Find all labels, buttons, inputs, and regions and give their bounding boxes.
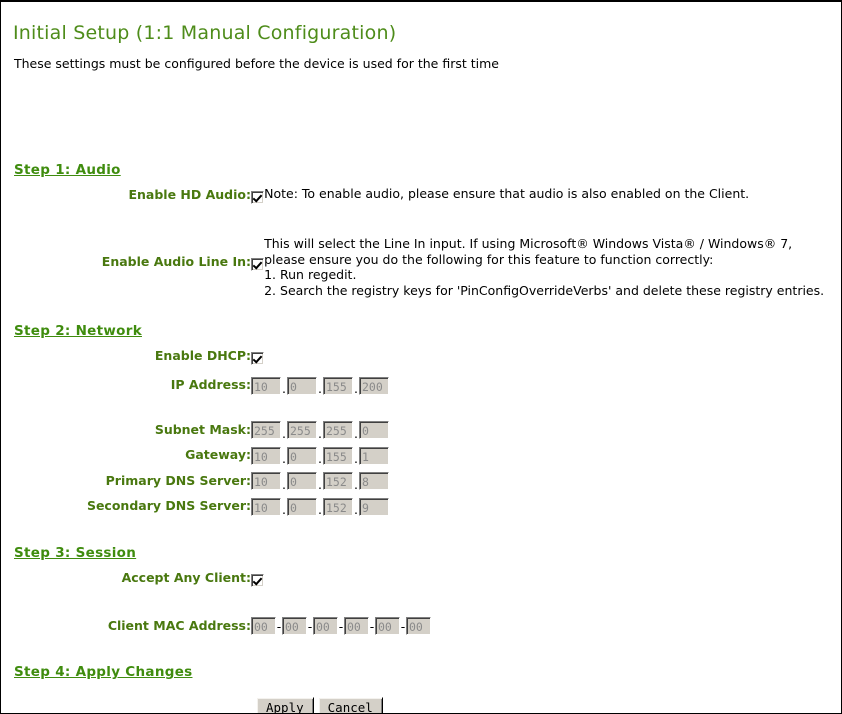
client-mac-octet-1[interactable]: 00 <box>251 617 276 635</box>
secondary-dns-octet-1[interactable]: 10 <box>251 497 281 516</box>
session-form: Accept Any Client: Client MAC Address: 0… <box>13 561 829 635</box>
secondary-dns-octet-4[interactable]: 9 <box>359 497 389 516</box>
secondary-dns-label: Secondary DNS Server: <box>86 498 251 513</box>
subnet-mask-octet-4[interactable]: 0 <box>359 421 389 439</box>
primary-dns-octet-1[interactable]: 10 <box>251 472 281 490</box>
gateway-octet-3[interactable]: 155 <box>323 446 353 465</box>
field-row-secondary-dns: Secondary DNS Server: 10. 0. 152. 9 <box>13 490 829 517</box>
audio-form: Enable HD Audio: Note: To enable audio, … <box>13 178 829 298</box>
subnet-mask-separator-3: . <box>354 425 358 441</box>
field-row-enable-hd-audio: Enable HD Audio: Note: To enable audio, … <box>13 178 829 206</box>
gateway-separator-1: . <box>282 451 286 466</box>
field-row-subnet-mask: Subnet Mask: 255. 255. 255. 0 <box>13 395 829 441</box>
primary-dns-separator-2: . <box>318 476 322 492</box>
subnet-mask-octet-1[interactable]: 255 <box>251 421 281 439</box>
field-row-enable-audio-line-in: Enable Audio Line In: This will select t… <box>13 206 829 298</box>
secondary-dns-separator-2: . <box>318 502 322 517</box>
enable-hd-audio-label: Enable HD Audio: <box>128 187 251 202</box>
gateway-label: Gateway: <box>185 447 251 462</box>
ip-address-separator-2: . <box>318 381 322 396</box>
initial-setup-page: Initial Setup (1:1 Manual Configuration)… <box>0 0 842 714</box>
client-mac-octet-3[interactable]: 00 <box>313 617 338 635</box>
step-3-heading: Step 3: Session <box>14 544 137 561</box>
enable-audio-line-in-checkbox[interactable] <box>251 258 264 271</box>
page-title: Initial Setup (1:1 Manual Configuration) <box>13 22 397 44</box>
line-in-note-line-2: please ensure you do the following for t… <box>264 251 714 267</box>
secondary-dns-octet-2[interactable]: 0 <box>287 497 317 516</box>
gateway-octet-1[interactable]: 10 <box>251 446 281 465</box>
field-row-gateway: Gateway: 10. 0. 155. 1 <box>13 439 829 466</box>
gateway-separator-2: . <box>318 451 322 466</box>
line-in-note-line-3: 1. Run regedit. <box>264 267 357 282</box>
client-mac-octet-4[interactable]: 00 <box>344 617 369 635</box>
cancel-button[interactable]: Cancel <box>317 697 383 713</box>
primary-dns-octet-2[interactable]: 0 <box>287 472 317 490</box>
enable-dhcp-label: Enable DHCP: <box>154 348 251 363</box>
button-row: Apply Cancel <box>13 697 829 713</box>
ip-address-octet-3[interactable]: 155 <box>323 376 353 395</box>
subnet-mask-separator-1: . <box>282 425 286 441</box>
ip-address-octet-2[interactable]: 0 <box>287 376 317 395</box>
enable-hd-audio-note: Note: To enable audio, please ensure tha… <box>264 186 750 201</box>
gateway-separator-3: . <box>354 451 358 466</box>
subnet-mask-octet-2[interactable]: 255 <box>287 421 317 439</box>
field-row-client-mac-address: Client MAC Address: 00-00-00-00-00-00 <box>13 589 829 635</box>
subnet-mask-octet-3[interactable]: 255 <box>323 421 353 439</box>
step-1-heading: Step 1: Audio <box>14 162 121 178</box>
accept-any-client-checkbox[interactable] <box>251 573 264 587</box>
ip-address-label: IP Address: <box>170 377 251 392</box>
ip-address-octet-4[interactable]: 200 <box>359 376 389 395</box>
step-4-heading: Step 4: Apply Changes <box>14 664 193 680</box>
accept-any-client-label: Accept Any Client: <box>121 569 251 585</box>
page-subtitle: These settings must be configured before… <box>14 56 499 71</box>
gateway-octet-4[interactable]: 1 <box>359 446 389 465</box>
field-row-enable-dhcp: Enable DHCP: <box>13 339 829 367</box>
gateway-octet-2[interactable]: 0 <box>287 446 317 465</box>
secondary-dns-separator-1: . <box>282 502 286 517</box>
ip-address-separator-3: . <box>354 381 358 396</box>
client-mac-octet-2[interactable]: 00 <box>282 617 307 635</box>
client-mac-address-label: Client MAC Address: <box>107 617 251 633</box>
primary-dns-separator-3: . <box>354 476 358 492</box>
line-in-note-line-4: 2. Search the registry keys for 'PinConf… <box>264 282 825 298</box>
enable-hd-audio-checkbox[interactable] <box>251 191 264 204</box>
primary-dns-label: Primary DNS Server: <box>105 472 251 488</box>
client-mac-octet-5[interactable]: 00 <box>375 617 400 635</box>
field-row-primary-dns: Primary DNS Server: 10. 0. 152. 8 <box>13 465 829 492</box>
primary-dns-separator-1: . <box>282 476 286 492</box>
client-mac-octet-6[interactable]: 00 <box>406 617 431 635</box>
secondary-dns-separator-3: . <box>354 502 358 517</box>
primary-dns-octet-4[interactable]: 8 <box>359 472 389 490</box>
enable-dhcp-checkbox[interactable] <box>251 352 264 365</box>
line-in-note-line-1: This will select the Line In input. If u… <box>264 236 793 251</box>
enable-audio-line-in-label: Enable Audio Line In: <box>101 254 251 269</box>
ip-address-separator-1: . <box>282 381 286 396</box>
apply-button[interactable]: Apply <box>256 697 314 713</box>
ip-address-octet-1[interactable]: 10 <box>251 376 281 395</box>
step-2-heading: Step 2: Network <box>14 323 142 339</box>
network-form: Enable DHCP: IP Address: 10. 0. 155. 200 Su… <box>13 339 829 517</box>
field-row-ip-address: IP Address: 10. 0. 155. 200 <box>13 367 829 396</box>
field-row-accept-any-client: Accept Any Client: <box>13 561 829 589</box>
primary-dns-octet-3[interactable]: 152 <box>323 472 353 490</box>
subnet-mask-separator-2: . <box>318 425 322 441</box>
subnet-mask-label: Subnet Mask: <box>154 421 251 437</box>
secondary-dns-octet-3[interactable]: 152 <box>323 497 353 516</box>
